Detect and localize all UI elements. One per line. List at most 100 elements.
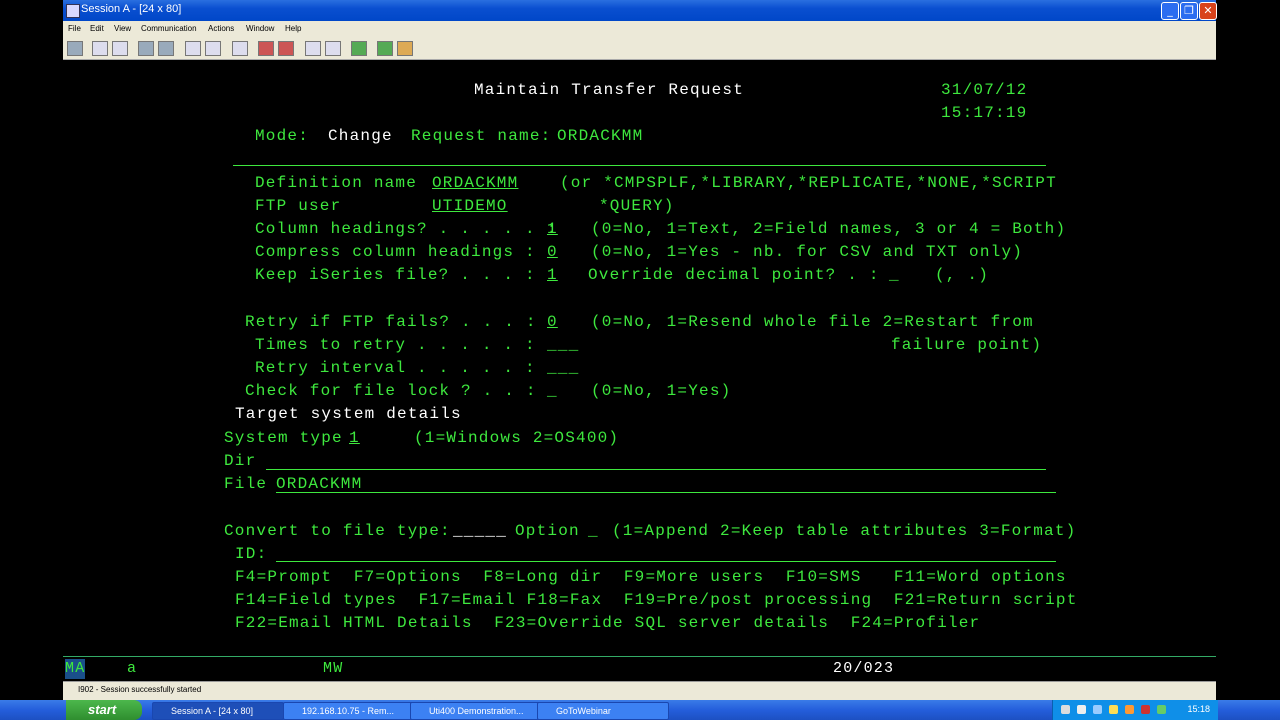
system-type-label: System type [224,429,343,447]
help-icon[interactable] [397,41,413,56]
function-keys-row2: F14=Field types F17=Email F18=Fax F19=Pr… [235,591,1078,609]
file-label: File [224,475,268,493]
minimize-button[interactable]: _ [1161,2,1179,20]
function-keys-row1: F4=Prompt F7=Options F8=Long dir F9=More… [235,568,1067,586]
retry-interval-label: Retry interval . . . . . : [255,359,536,377]
menu-view[interactable]: View [114,24,131,33]
id-field-underline [276,561,1056,562]
retry-interval-field[interactable]: ___ [547,358,579,378]
retry-hint: (0=No, 1=Resend whole file 2=Restart fro… [591,313,1034,331]
chart-icon[interactable] [232,41,248,56]
task-uti400-demo[interactable]: Uti400 Demonstration... [410,702,542,720]
target-system-heading: Target system details [235,405,462,423]
compress-label: Compress column headings : [255,243,536,261]
menu-window[interactable]: Window [246,24,274,33]
network-tray-icon[interactable] [1077,705,1086,714]
request-value: ORDACKMM [557,127,644,145]
retry-field[interactable]: 0 [547,312,558,332]
receive-icon[interactable] [158,41,174,56]
screen-time: 15:17:19 [941,104,1028,122]
file-lock-field[interactable]: _ [547,381,558,401]
menu-bar: File Edit View Communication Actions Win… [63,21,1216,36]
menu-file[interactable]: File [68,24,81,33]
option-field[interactable]: _ [588,521,599,541]
convert-label: Convert to file type: [224,522,451,540]
terminal-screen[interactable]: Maintain Transfer Request 31/07/12 15:17… [63,60,1216,656]
stop-icon[interactable] [278,41,294,56]
display-icon[interactable] [185,41,201,56]
mode-value: Change [328,127,393,145]
clock: 15:18 [1187,704,1210,714]
emulator-window: Session A - [24 x 80] _ ❐ ✕ File Edit Vi… [63,0,1217,700]
cursor-position: 20/023 [833,660,895,677]
id-label: ID: [235,545,268,563]
times-retry-field[interactable]: ___ [547,335,579,355]
send-icon[interactable] [138,41,154,56]
firefox-tray-icon[interactable] [1125,705,1134,714]
definition-field[interactable]: ORDACKMM [432,173,518,193]
column-headings-field[interactable]: 1 [547,219,558,239]
menu-edit[interactable]: Edit [90,24,104,33]
copy-icon[interactable] [92,41,108,56]
column-headings-hint: (0=No, 1=Text, 2=Field names, 3 or 4 = B… [591,220,1067,238]
app-icon[interactable] [66,4,80,18]
function-keys-row3: F22=Email HTML Details F23=Override SQL … [235,614,981,632]
decimal-hint: (, .) [935,266,990,284]
dir-field-underline [266,469,1046,470]
file-field[interactable]: ORDACKMM [276,474,362,494]
toolbar [63,37,1216,60]
decimal-field[interactable]: _ [889,265,900,285]
system-tray: 15:18 [1052,700,1218,720]
keypad-icon[interactable] [205,41,221,56]
task-session-a[interactable]: Session A - [24 x 80] [152,702,284,720]
close-button[interactable]: ✕ [1199,2,1217,20]
definition-hint: (or *CMPSPLF,*LIBRARY,*REPLICATE,*NONE,*… [560,174,1057,192]
dir-label: Dir [224,452,257,470]
menu-communication[interactable]: Communication [141,24,197,33]
shield-tray-icon[interactable] [1141,705,1150,714]
convert-field[interactable]: _____ [453,521,507,541]
retry-hint-failure: failure point) [891,336,1043,354]
oia-a: a [127,660,138,677]
compress-field[interactable]: 0 [547,242,558,262]
file-field-underline [276,492,1056,493]
connect-icon[interactable] [377,41,393,56]
start-button[interactable]: start [66,700,142,720]
taskbar: start Session A - [24 x 80] 192.168.10.7… [0,700,1280,720]
system-type-field[interactable]: 1 [349,428,360,448]
menu-actions[interactable]: Actions [208,24,234,33]
separator-line [233,165,1046,166]
status-message: I902 - Session successfully started [78,685,202,694]
column-headings-label: Column headings? . . . . . : [255,220,558,238]
oia-ma: MA [65,659,86,679]
menu-help[interactable]: Help [285,24,301,33]
volume-tray-icon[interactable] [1157,705,1166,714]
keep-file-field[interactable]: 1 [547,265,558,285]
title-bar[interactable]: Session A - [24 x 80] _ ❐ ✕ [63,0,1217,21]
file-lock-label: Check for file lock ? . . : [245,382,537,400]
play-icon[interactable] [305,41,321,56]
request-label: Request name: [411,127,552,145]
definition-hint-query: *QUERY) [599,197,675,215]
messenger-tray-icon[interactable] [1109,705,1118,714]
task-gotowebinar[interactable]: GoToWebinar [537,702,669,720]
oia-mw: MW [323,660,344,677]
record-icon[interactable] [258,41,274,56]
macro-icon[interactable] [325,41,341,56]
mode-label: Mode: [255,127,310,145]
print-screen-icon[interactable] [67,41,83,56]
operator-info-area: MA a MW 20/023 [63,656,1216,681]
times-retry-label: Times to retry . . . . . : [255,336,536,354]
status-bar: I902 - Session successfully started [63,681,1216,698]
maximize-button[interactable]: ❐ [1180,2,1198,20]
screen-title: Maintain Transfer Request [474,81,745,99]
clipboard-icon[interactable] [351,41,367,56]
ftp-user-field[interactable]: UTIDEMO [432,196,508,216]
paste-icon[interactable] [112,41,128,56]
retry-label: Retry if FTP fails? . . . : [245,313,537,331]
ftp-user-label: FTP user [255,197,342,215]
help-tray-icon[interactable] [1061,705,1070,714]
task-remote-desktop[interactable]: 192.168.10.75 - Rem... [283,702,415,720]
option-label: Option [515,522,580,540]
ie-tray-icon[interactable] [1093,705,1102,714]
